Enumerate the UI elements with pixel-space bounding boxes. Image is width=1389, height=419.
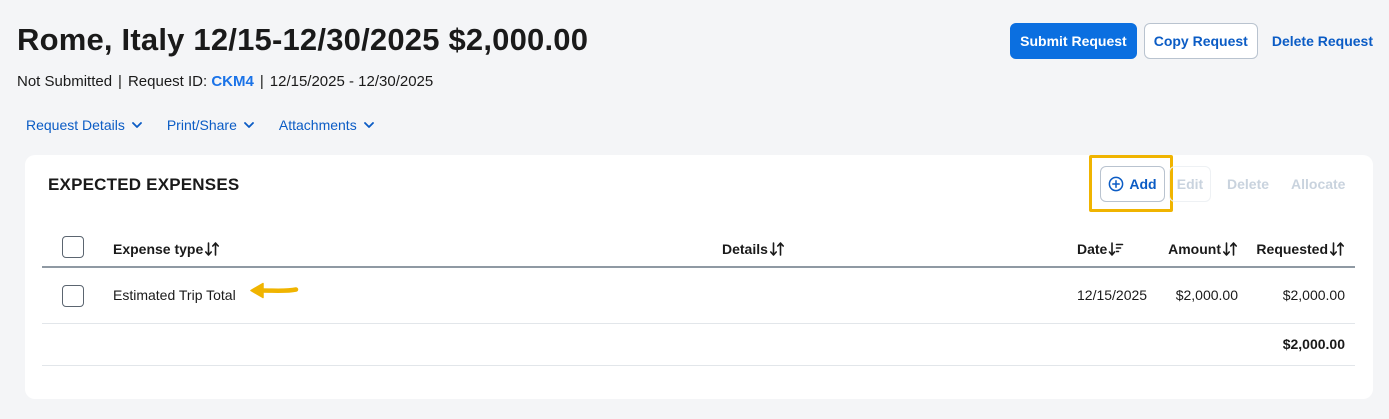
sort-descending-icon <box>1109 242 1124 256</box>
date-cell: 12/15/2025 <box>1077 287 1148 303</box>
request-id-link[interactable]: CKM4 <box>211 73 254 90</box>
sort-arrows-icon <box>769 242 784 256</box>
sort-arrows-icon <box>205 242 220 256</box>
sort-arrows-icon <box>1330 242 1344 256</box>
column-header-amount[interactable]: Amount <box>1168 241 1238 257</box>
delete-expense-button[interactable]: Delete <box>1227 166 1269 202</box>
column-header-date[interactable]: Date <box>1077 241 1124 257</box>
add-label: Add <box>1129 176 1157 192</box>
chevron-down-icon <box>363 122 374 128</box>
row-select-checkbox[interactable] <box>62 285 84 307</box>
print-share-label: Print/Share <box>166 117 237 133</box>
meta-separator: | <box>118 73 122 90</box>
sort-arrows-icon <box>1223 242 1237 256</box>
table-header-row: Expense type Details Date Amount Request… <box>42 231 1355 268</box>
allocate-expense-button[interactable]: Allocate <box>1291 166 1345 202</box>
expected-expenses-card: EXPECTED EXPENSES Add Edit Delete Alloca… <box>25 155 1373 399</box>
expenses-table: Expense type Details Date Amount Request… <box>42 231 1355 366</box>
attachments-label: Attachments <box>278 117 357 133</box>
meta-separator: | <box>259 73 264 90</box>
expected-expenses-title: EXPECTED EXPENSES <box>48 175 240 194</box>
attachments-menu[interactable]: Attachments <box>279 117 375 133</box>
amount-header-label: Amount <box>1168 241 1221 257</box>
expense-type-header-label: Expense type <box>113 241 204 257</box>
requested-header-label: Requested <box>1256 241 1328 257</box>
total-requested: $2,000.00 <box>1282 336 1345 352</box>
amount-cell: $2,000.00 <box>1175 287 1238 303</box>
request-date-range: 12/15/2025 - 12/30/2025 <box>269 73 434 90</box>
plus-circle-icon <box>1109 176 1124 192</box>
expense-type-cell: Estimated Trip Total <box>113 287 236 303</box>
request-details-label: Request Details <box>26 117 125 133</box>
column-header-expense-type[interactable]: Expense type <box>113 241 220 257</box>
pointer-arrow-icon <box>250 282 299 299</box>
add-expense-button[interactable]: Add <box>1100 166 1165 202</box>
delete-request-button[interactable]: Delete Request <box>1272 23 1373 59</box>
column-header-details[interactable]: Details <box>722 241 785 257</box>
page: Rome, Italy 12/15-12/30/2025 $2,000.00 N… <box>0 0 1389 419</box>
date-header-label: Date <box>1077 241 1108 257</box>
column-header-requested[interactable]: Requested <box>1256 241 1345 257</box>
select-all-checkbox[interactable] <box>62 236 84 258</box>
request-meta: Not Submitted | Request ID: CKM4 | 12/15/202… <box>17 73 433 90</box>
request-details-menu[interactable]: Request Details <box>26 117 143 133</box>
chevron-down-icon <box>243 122 254 128</box>
details-header-label: Details <box>722 241 768 257</box>
request-actions: Submit Request Copy Request Delete Reque… <box>1010 23 1373 59</box>
submit-request-button[interactable]: Submit Request <box>1010 23 1137 59</box>
chevron-down-icon <box>131 122 142 128</box>
table-total-row: $2,000.00 <box>42 324 1355 366</box>
print-share-menu[interactable]: Print/Share <box>167 117 255 133</box>
copy-request-button[interactable]: Copy Request <box>1143 23 1258 59</box>
page-title: Rome, Italy 12/15-12/30/2025 $2,000.00 <box>17 22 589 57</box>
request-status: Not Submitted <box>17 73 113 90</box>
request-subnav: Request Details Print/Share Attachments <box>26 117 375 133</box>
requested-cell: $2,000.00 <box>1282 287 1345 303</box>
request-id-label: Request ID: <box>127 73 208 90</box>
edit-expense-button[interactable]: Edit <box>1169 166 1211 202</box>
table-row[interactable]: Estimated Trip Total 12/15/2025 $2,000.0… <box>42 268 1355 324</box>
